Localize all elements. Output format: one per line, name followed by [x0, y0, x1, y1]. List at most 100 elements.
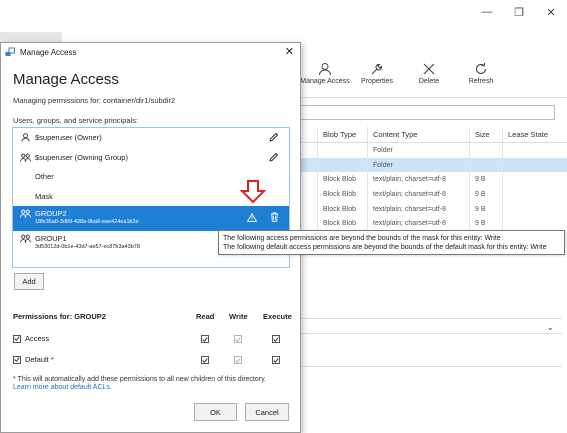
toolbar: Manage Access Properties Delete Refresh — [300, 60, 506, 85]
table-cell: Block Blob — [318, 216, 368, 232]
toolbar-divider — [300, 97, 567, 98]
person-icon — [319, 63, 331, 76]
close-icon[interactable]: ✕ — [285, 45, 294, 58]
red-arrow-annotation-icon — [240, 180, 266, 204]
default-execute-checkbox[interactable] — [272, 356, 280, 364]
ok-button[interactable]: OK — [194, 403, 237, 421]
principal-name: $superuser (Owning Group) — [35, 152, 128, 162]
principal-id: 3d53012d-0b1e-43d7-ae57-ec87b3a43b78 — [35, 244, 140, 250]
pencil-icon[interactable] — [268, 132, 279, 145]
warning-icon[interactable] — [246, 212, 258, 224]
trash-icon[interactable] — [270, 212, 279, 224]
table-cell — [503, 143, 567, 158]
permission-row-label: Default * — [25, 355, 54, 364]
table-row[interactable]: Folder — [300, 143, 567, 158]
table-cell: text/plain; charset=utf-8 — [368, 187, 470, 202]
table-cell — [503, 172, 567, 187]
tooltip-line: The following access permissions are bey… — [223, 235, 501, 242]
table-cell — [503, 158, 567, 173]
default-read-checkbox[interactable] — [201, 356, 209, 364]
table-row[interactable]: Folder — [300, 157, 567, 173]
table-cell: text/plain; charset=utf-8 — [368, 201, 470, 217]
table-cell — [470, 157, 503, 173]
dialog-window-title: Manage Access — [20, 47, 77, 57]
pencil-icon[interactable] — [268, 152, 279, 165]
restore-icon[interactable]: ❐ — [513, 6, 525, 19]
table-cell: Block Blob — [318, 201, 368, 217]
permissions-title: Permissions for: GROUP2 — [13, 312, 106, 321]
principal-name: $superuser (Owner) — [35, 133, 102, 143]
cancel-button[interactable]: Cancel — [245, 403, 289, 421]
delete-button[interactable]: Delete — [404, 60, 454, 85]
wrench-icon — [371, 63, 383, 75]
column-header[interactable] — [300, 127, 318, 142]
table-cell: Folder — [368, 143, 470, 158]
execute-column-header: Execute — [263, 312, 292, 321]
default-enabled-checkbox[interactable] — [13, 355, 21, 364]
table-row[interactable]: Block Blob text/plain; charset=utf-8 9 B — [300, 201, 567, 217]
principal-name: GROUP2 — [35, 209, 67, 218]
learn-more-link[interactable]: Learn more about default ACLs. — [13, 384, 112, 391]
table-cell — [300, 172, 318, 188]
table-cell — [318, 143, 368, 158]
table-cell: 9 B — [470, 201, 503, 217]
x-icon — [423, 63, 435, 75]
properties-panel-header[interactable]: ⌄ — [300, 318, 562, 334]
permission-row-label: Access — [25, 334, 50, 343]
access-read-checkbox[interactable] — [201, 335, 209, 343]
close-window-icon[interactable]: ✕ — [545, 6, 557, 19]
add-principal-button[interactable]: Add — [14, 273, 44, 290]
table-cell: 9 B — [470, 172, 503, 188]
table-cell: 9 B — [470, 216, 503, 232]
principal-text: GROUP1 3d53012d-0b1e-43d7-ae57-ec87b3a43… — [35, 234, 140, 250]
table-row[interactable]: Block Blob text/plain; charset=utf-8 9 B — [300, 216, 567, 232]
group-icon — [19, 234, 31, 243]
blob-grid: Blob Type Content Type Size Lease State … — [300, 127, 567, 232]
table-cell: 9 B — [470, 187, 503, 202]
panel-divider — [300, 366, 562, 367]
table-row[interactable]: Block Blob text/plain; charset=utf-8 9 B — [300, 172, 567, 188]
page-title: Manage Access — [13, 71, 119, 88]
principal-name: GROUP1 — [35, 234, 67, 243]
table-cell — [300, 143, 318, 158]
warning-tooltip: The following access permissions are bey… — [218, 230, 565, 255]
principal-item[interactable]: $superuser (Owner) — [13, 128, 289, 148]
minimize-icon[interactable]: — — [481, 6, 493, 19]
table-cell — [503, 216, 567, 231]
group-icon — [19, 153, 31, 162]
principal-id: 18fe35a0-3d99-438a-9ba6-eae424ea1b3e — [35, 219, 139, 225]
principals-label: Users, groups, and service principals: — [13, 116, 139, 125]
access-enabled-checkbox[interactable] — [13, 334, 21, 343]
table-cell — [300, 157, 318, 173]
access-execute-checkbox[interactable] — [272, 335, 280, 343]
permission-row-default: Default * — [13, 355, 54, 364]
refresh-button[interactable]: Refresh — [456, 60, 506, 85]
column-header[interactable]: Content Type — [368, 127, 470, 142]
search-input[interactable] — [300, 105, 555, 120]
access-write-checkbox[interactable] — [234, 335, 242, 343]
properties-button[interactable]: Properties — [352, 60, 402, 85]
table-cell — [318, 157, 368, 173]
toolbar-label: Properties — [361, 78, 393, 85]
storage-explorer-icon — [5, 47, 15, 56]
column-header[interactable]: Size — [470, 127, 503, 142]
table-cell: Folder — [368, 157, 470, 173]
principal-item-selected[interactable]: GROUP2 18fe35a0-3d99-438a-9ba6-eae424ea1… — [13, 206, 289, 231]
table-cell: text/plain; charset=utf-8 — [368, 172, 470, 188]
permission-row-access: Access — [13, 334, 49, 343]
toolbar-label: Delete — [418, 78, 440, 85]
column-header[interactable]: Lease State — [503, 127, 567, 142]
manage-access-button[interactable]: Manage Access — [300, 60, 350, 85]
chevron-down-icon[interactable]: ⌄ — [546, 322, 554, 333]
toolbar-label: Refresh — [468, 78, 494, 85]
table-cell — [300, 201, 318, 217]
principal-name: Other — [35, 172, 54, 182]
table-cell: text/plain; charset=utf-8 — [368, 216, 470, 232]
principal-item[interactable]: $superuser (Owning Group) — [13, 148, 289, 168]
table-cell — [300, 216, 318, 232]
column-header[interactable]: Blob Type — [318, 127, 368, 142]
default-write-checkbox[interactable] — [234, 356, 242, 364]
window-controls: — ❐ ✕ — [481, 6, 557, 19]
table-row[interactable]: Block Blob text/plain; charset=utf-8 9 B — [300, 187, 567, 202]
principal-name: Mask — [35, 191, 53, 201]
